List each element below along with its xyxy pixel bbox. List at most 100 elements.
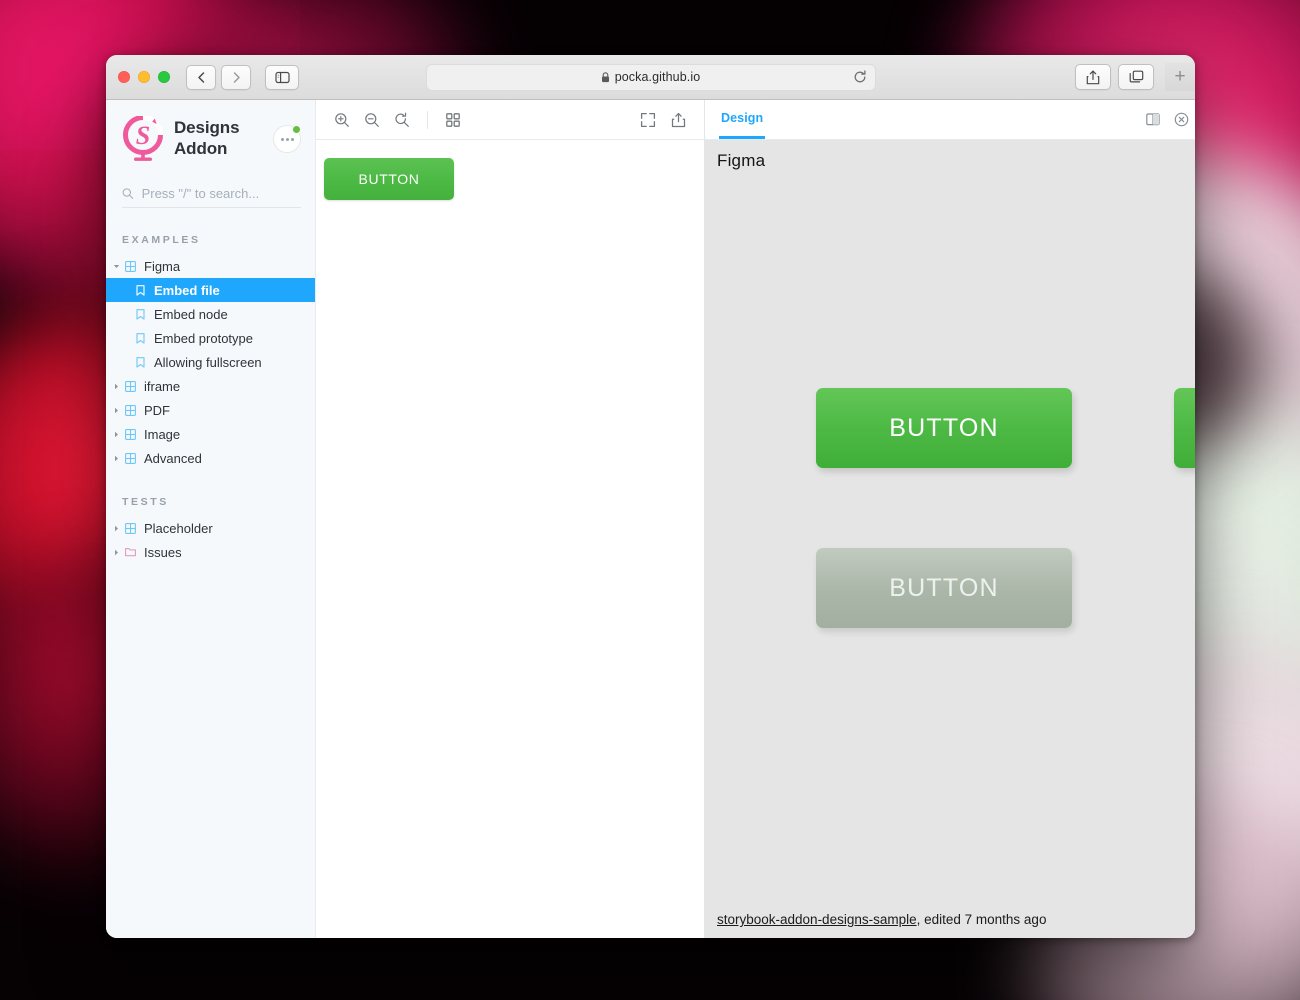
figma-embed-frame[interactable]: Figma BUTTON BUTTON storybook-addon-desi…: [705, 140, 1195, 938]
sidebar-item-label: Placeholder: [144, 520, 213, 536]
open-new-tab-button[interactable]: [664, 106, 692, 134]
storybook-sidebar: S Designs Addon Press "/" to search... E…: [106, 100, 316, 938]
story-preview-button[interactable]: BUTTON: [324, 158, 454, 200]
brand-title-line1: Designs: [174, 118, 240, 138]
sidebar-item-placeholder[interactable]: Placeholder: [106, 516, 315, 540]
caret-right-icon[interactable]: [110, 383, 122, 390]
tab-overview-icon: [1129, 70, 1143, 83]
tab-design[interactable]: Design: [719, 100, 766, 139]
folder-icon: [122, 547, 138, 557]
sidebar-item-image[interactable]: Image: [106, 422, 315, 446]
caret-right-icon[interactable]: [110, 549, 122, 556]
maximize-window-button[interactable]: [158, 71, 170, 83]
zoom-in-icon: [335, 112, 349, 127]
caret-down-icon[interactable]: [110, 263, 122, 270]
sidebar-brand[interactable]: S Designs Addon: [106, 116, 315, 162]
preview-canvas: BUTTON: [316, 140, 704, 938]
sidebar-item-embed-file[interactable]: Embed file: [106, 278, 315, 302]
lock-icon: [601, 71, 610, 83]
figma-file-link[interactable]: storybook-addon-designs-sample: [717, 912, 917, 927]
caret-right-icon[interactable]: [110, 455, 122, 462]
zoom-out-button[interactable]: [358, 106, 386, 134]
sidebar-toggle-icon: [274, 71, 290, 83]
browser-nav-buttons: [186, 64, 251, 90]
component-icon: [122, 260, 138, 272]
new-tab-button[interactable]: +: [1165, 63, 1195, 91]
fullscreen-button[interactable]: [634, 106, 662, 134]
addon-panel-tabs: Design: [705, 100, 1195, 140]
sidebar-item-embed-prototype[interactable]: Embed prototype: [106, 326, 315, 350]
tab-overview-button[interactable]: [1118, 64, 1154, 90]
component-icon: [122, 380, 138, 392]
sidebar-item-figma[interactable]: Figma: [106, 254, 315, 278]
browser-titlebar: pocka.github.io +: [106, 55, 1195, 100]
panel-position-button[interactable]: [1139, 106, 1167, 134]
sidebar-search[interactable]: [122, 186, 301, 208]
zoom-reset-icon: [395, 112, 409, 127]
sidebar-item-label: PDF: [144, 402, 170, 418]
sidebar-item-label: Figma: [144, 258, 181, 274]
figma-button-disabled[interactable]: BUTTON: [816, 548, 1072, 628]
brand-title-line2: Addon: [174, 139, 228, 158]
ellipsis-icon: [280, 137, 284, 141]
svg-text:S: S: [136, 121, 150, 150]
caret-right-icon[interactable]: [110, 525, 122, 532]
addon-panel: Design Figma BUTTON BUTTON storybook-add…: [705, 100, 1195, 938]
chevron-right-icon: [233, 71, 240, 83]
sidebar-tree-tests: Placeholder Issues: [106, 516, 315, 564]
sidebar-brand-title: Designs Addon: [174, 118, 240, 159]
panel-position-icon: [1146, 113, 1160, 126]
story-icon: [132, 284, 148, 296]
reload-button[interactable]: [853, 70, 867, 84]
share-icon: [1086, 70, 1100, 84]
address-bar[interactable]: pocka.github.io: [425, 63, 876, 91]
open-new-tab-icon: [671, 112, 685, 127]
storybook-app: S Designs Addon Press "/" to search... E…: [106, 100, 1195, 938]
sidebar-item-embed-node[interactable]: Embed node: [106, 302, 315, 326]
sidebar-item-advanced[interactable]: Advanced: [106, 446, 315, 470]
sidebar-item-allowing-fullscreen[interactable]: Allowing fullscreen: [106, 350, 315, 374]
expand-icon: [640, 112, 656, 127]
story-icon: [132, 332, 148, 344]
zoom-reset-button[interactable]: [388, 106, 416, 134]
sidebar-item-issues[interactable]: Issues: [106, 540, 315, 564]
sidebar-item-iframe[interactable]: iframe: [106, 374, 315, 398]
figma-file-title: Figma: [717, 151, 766, 170]
caret-right-icon[interactable]: [110, 431, 122, 438]
new-tab-label: +: [1174, 66, 1186, 87]
update-status-dot: [292, 125, 301, 134]
sidebar-item-label: Issues: [144, 544, 182, 560]
sidebar-item-label: iframe: [144, 378, 181, 394]
chevron-left-icon: [197, 71, 204, 83]
ellipsis-icon: [290, 137, 294, 141]
sidebar-menu-button[interactable]: [273, 125, 301, 153]
zoom-in-button[interactable]: [328, 106, 356, 134]
browser-sidebar-toggle-button[interactable]: [265, 64, 299, 90]
sidebar-item-label: Allowing fullscreen: [154, 354, 262, 370]
share-button[interactable]: [1075, 64, 1111, 90]
caret-right-icon[interactable]: [110, 407, 122, 414]
back-button[interactable]: [186, 64, 216, 90]
minimize-window-button[interactable]: [138, 71, 150, 83]
grid-icon: [446, 112, 460, 127]
sidebar-item-pdf[interactable]: PDF: [106, 398, 315, 422]
sidebar-item-label: Advanced: [144, 450, 202, 466]
close-panel-button[interactable]: [1167, 106, 1195, 134]
figma-button-default[interactable]: BUTTON: [816, 388, 1072, 468]
figma-footer: storybook-addon-designs-sample, edited 7…: [717, 912, 1183, 927]
component-icon: [122, 522, 138, 534]
sidebar-item-label: Image: [144, 426, 181, 442]
figma-button-clipped[interactable]: [1174, 388, 1195, 468]
grid-button[interactable]: [439, 106, 467, 134]
search-icon: [122, 188, 134, 199]
search-input[interactable]: [141, 186, 301, 201]
figma-edited-text: , edited 7 months ago: [916, 912, 1047, 927]
close-panel-icon: [1174, 112, 1188, 127]
address-bar-url: pocka.github.io: [614, 70, 701, 84]
panel-tabs-spacer: [765, 100, 1139, 139]
close-window-button[interactable]: [118, 71, 130, 83]
storybook-logo-icon: S: [123, 116, 164, 161]
forward-button[interactable]: [221, 64, 251, 90]
sidebar-item-label: Embed node: [154, 306, 228, 322]
component-icon: [122, 428, 138, 440]
